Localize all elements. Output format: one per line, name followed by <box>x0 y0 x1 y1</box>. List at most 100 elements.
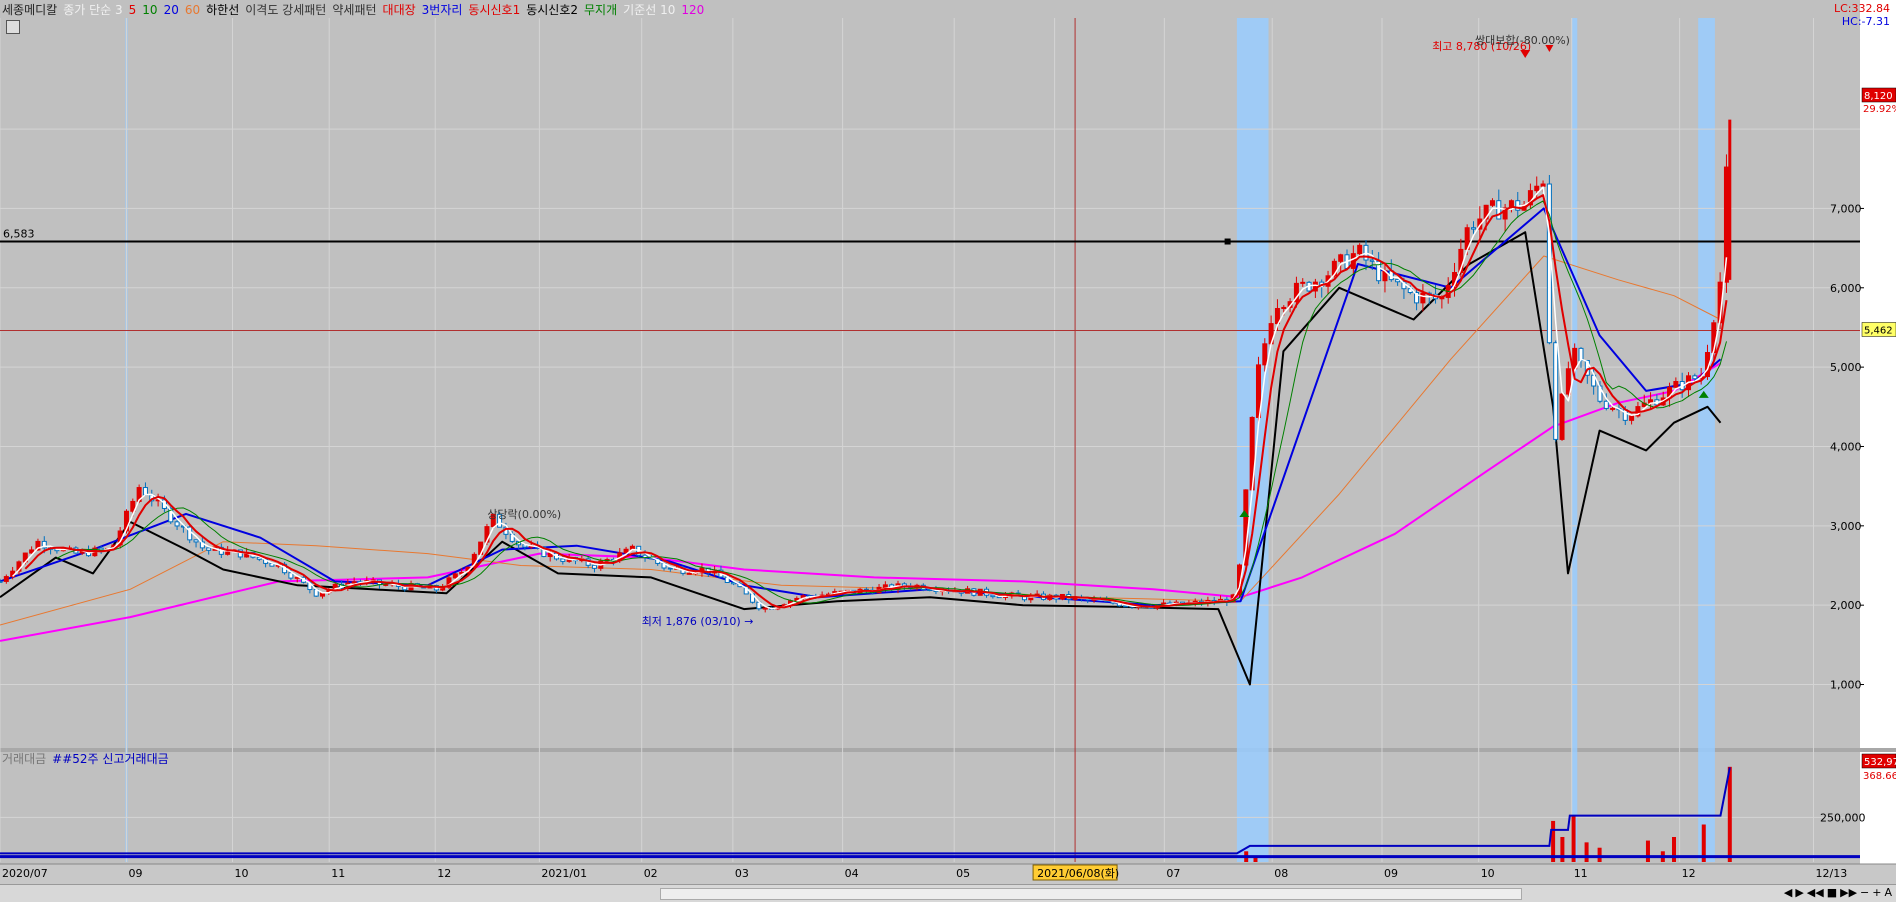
candle-body <box>452 573 458 579</box>
chart-scrollbar[interactable] <box>660 888 1522 900</box>
price-level-handle <box>1224 238 1231 245</box>
nav-button[interactable]: ■ <box>1827 886 1837 899</box>
candle-body <box>1565 368 1571 395</box>
x-axis-band <box>0 864 1896 884</box>
legend-item[interactable]: 하한선 <box>206 3 239 17</box>
x-tick-label: 09 <box>128 867 142 880</box>
x-tick-label: 2021/01 <box>541 867 587 880</box>
y-tick-label: 2,000 <box>1830 599 1862 612</box>
x-tick-label: 09 <box>1384 867 1398 880</box>
y-tick-label: 7,000 <box>1830 202 1862 215</box>
candle <box>1357 243 1363 257</box>
volume-last-tag: 532,975 <box>1864 757 1896 768</box>
legend-item[interactable]: 기준선 10 <box>623 3 675 17</box>
x-tick-label: 11 <box>331 867 345 880</box>
zoom-button[interactable]: A <box>1884 886 1892 899</box>
last-change-label: 29.92% <box>1863 104 1896 115</box>
candle-body <box>3 576 9 582</box>
legend-item[interactable]: 동시신호2 <box>526 3 578 17</box>
legend-item[interactable]: 동시신호1 <box>468 3 520 17</box>
legend-item[interactable]: 약세패턴 <box>332 3 376 17</box>
candle-body <box>1369 259 1375 262</box>
candle-body <box>193 539 199 543</box>
nav-button[interactable]: ◀ <box>1784 886 1792 899</box>
nav-button[interactable]: ◀◀ <box>1807 886 1824 899</box>
x-tick-label: 12 <box>437 867 451 880</box>
volume-legend-item[interactable]: ##52주 신고거래대금 <box>52 752 168 766</box>
volume-bar <box>1727 766 1732 862</box>
candle-body <box>762 607 768 610</box>
price-level-label: 6,583 <box>3 228 35 241</box>
candle-body <box>686 572 692 575</box>
candle-body <box>927 589 933 592</box>
pane-divider <box>0 748 1896 752</box>
candle-body <box>1559 393 1565 440</box>
candle-body <box>1540 183 1546 187</box>
volume-bar <box>1584 842 1589 862</box>
legend-item[interactable]: 120 <box>681 3 704 17</box>
candle-body <box>1572 347 1578 370</box>
zoom-button[interactable]: + <box>1872 886 1881 899</box>
candle <box>1553 340 1559 442</box>
legend-item[interactable]: 60 <box>185 3 200 17</box>
candle-body <box>591 564 597 569</box>
volume-tick-label: 250,000 <box>1820 811 1866 824</box>
legend-item[interactable]: 무지개 <box>584 3 617 17</box>
legend-item[interactable]: 이격도 강세패턴 <box>245 3 326 17</box>
legend-item[interactable]: 5 <box>129 3 137 17</box>
candle-body <box>1420 292 1426 304</box>
legend-item[interactable]: 3번자리 <box>422 3 463 17</box>
nav-button[interactable]: ▶▶ <box>1840 886 1857 899</box>
x-tick-label: 2020/07 <box>2 867 48 880</box>
x-tick-label: 07 <box>1166 867 1180 880</box>
candle-body <box>1673 381 1679 388</box>
candle <box>1559 389 1565 441</box>
x-tick-label: 08 <box>1274 867 1288 880</box>
candle-body <box>174 521 180 527</box>
signal-band <box>1698 18 1715 862</box>
mid-annotation: 상당락(0.00%) <box>487 508 561 521</box>
candle-body <box>1692 375 1698 380</box>
volume-bar <box>1597 847 1602 862</box>
candle-body <box>351 581 357 584</box>
volume-legend: 거래대금 ##52주 신고거래대금 <box>2 751 175 767</box>
x-tick-label: 12/13 <box>1816 867 1848 880</box>
x-tick-label: 04 <box>845 867 859 880</box>
bottom-toolbar: ◀ ▶ ◀◀ ■ ▶▶ − + A <box>0 884 1896 902</box>
zoom-button[interactable]: − <box>1860 886 1869 899</box>
candle-body <box>0 580 3 583</box>
crosshair-date-label: 2021/06/08(화) <box>1037 867 1119 880</box>
legend-item[interactable]: 20 <box>164 3 179 17</box>
candle-body <box>1395 279 1401 283</box>
y-tick-label: 5,000 <box>1830 361 1862 374</box>
volume-bar <box>1672 837 1676 862</box>
crosshair-price-tag: 5,462 <box>1864 325 1893 336</box>
candle-body <box>1496 200 1502 220</box>
lc-hc-readout: LC:332.84 HC:-7.31 <box>1834 2 1890 28</box>
price-chart[interactable]: 1,000 2,000 3,000 4,000 5,000 6,000 7,000 250,0… <box>0 0 1896 884</box>
low-annotation: 최저 1,876 (03/10) → <box>642 615 754 628</box>
lc-value: LC:332.84 <box>1833 2 1890 15</box>
volume-bar <box>1560 837 1565 862</box>
legend-item[interactable]: 세종메디칼 <box>2 3 57 17</box>
chart-settings-icon[interactable] <box>6 20 20 34</box>
volume-legend-item[interactable]: 거래대금 <box>2 752 46 766</box>
hc-value: HC:-7.31 <box>1841 15 1890 28</box>
volume-pct-label: 368.66% <box>1863 771 1896 782</box>
signal-band <box>1571 18 1578 862</box>
candle-body <box>667 567 673 570</box>
navigation-buttons: ◀ ▶ ◀◀ ■ ▶▶ − + A <box>1781 886 1892 899</box>
nav-button[interactable]: ▶ <box>1795 886 1803 899</box>
legend-item[interactable]: 10 <box>142 3 157 17</box>
x-tick-label: 10 <box>235 867 249 880</box>
volume-bar <box>1253 857 1258 862</box>
high-annotation-secondary: 쌍대보합(-80.00%) <box>1475 34 1570 47</box>
legend-item[interactable]: 대대장 <box>383 3 416 17</box>
candle-body <box>206 547 212 551</box>
x-tick-label: 10 <box>1481 867 1495 880</box>
candle-body <box>1470 227 1476 230</box>
y-tick-label: 6,000 <box>1830 282 1862 295</box>
legend-item[interactable]: 종가 단순 3 <box>63 3 122 17</box>
candle-body <box>1534 185 1540 192</box>
candle-body <box>1338 254 1344 262</box>
